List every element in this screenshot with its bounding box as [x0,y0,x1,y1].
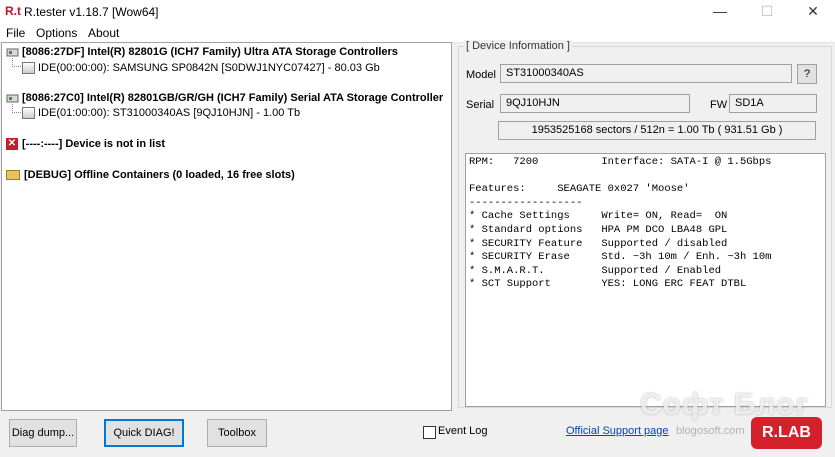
event-log-checkbox[interactable] [423,426,436,439]
capacity-field: 1953525168 sectors / 512n = 1.00 Tb ( 93… [498,121,816,140]
tree-connector [12,58,21,67]
model-field: ST31000340AS [500,64,792,83]
tree-device-samsung[interactable]: IDE(00:00:00): SAMSUNG SP0842N [S0DWJ1NY… [22,60,380,76]
serial-label: Serial [466,99,495,111]
window-title: R.tester v1.18.7 [Wow64] [24,5,159,19]
tree-controller-sata[interactable]: [8086:27C0] Intel(R) 82801GB/GR/GH (ICH7… [6,90,443,106]
tree-offline-containers-label: [DEBUG] Offline Containers (0 loaded, 16… [24,169,295,181]
rlab-logo[interactable]: R.LAB [751,417,822,449]
fw-field: SD1A [729,94,817,113]
close-button[interactable]: ✕ [790,0,835,24]
menu-about[interactable]: About [88,26,119,40]
event-log-label[interactable]: Event Log [438,425,488,437]
diag-dump-button[interactable]: Diag dump... [9,419,77,447]
tree-device-seagate-label: IDE(01:00:00): ST31000340AS [9QJ10HJN] -… [38,107,301,119]
error-x-icon: ✕ [6,138,18,151]
maximize-button[interactable]: ☐ [744,0,790,24]
official-support-link[interactable]: Official Support page [566,425,669,437]
tree-controller-ata-label: [8086:27DF] Intel(R) 82801G (ICH7 Family… [22,46,398,58]
tree-not-in-list-label: [----:----] Device is not in list [22,138,165,150]
device-info-legend: [ Device Information ] [464,40,572,52]
minimize-button[interactable]: — [697,0,743,24]
tree-not-in-list[interactable]: ✕ [----:----] Device is not in list [6,136,165,152]
serial-field: 9QJ10HJN [500,94,690,113]
menu-bar [0,24,835,43]
tree-controller-sata-label: [8086:27C0] Intel(R) 82801GB/GR/GH (ICH7… [22,92,444,104]
app-logo-icon: R.t [5,4,21,18]
disk-icon [22,107,35,120]
watermark-url: blogosoft.com [676,425,745,437]
disk-icon [22,62,35,75]
toolbox-button[interactable]: Toolbox [207,419,267,447]
folder-icon [6,170,20,181]
model-label: Model [466,69,496,81]
device-details-text[interactable]: RPM: 7200 Interface: SATA-I @ 1.5Gbps Fe… [465,153,826,407]
tree-device-seagate[interactable]: IDE(01:00:00): ST31000340AS [9QJ10HJN] -… [22,105,300,121]
controller-icon [6,48,19,57]
controller-icon [6,94,19,103]
tree-offline-containers[interactable]: [DEBUG] Offline Containers (0 loaded, 16… [6,167,295,183]
tree-controller-ata[interactable]: [8086:27DF] Intel(R) 82801G (ICH7 Family… [6,44,398,60]
tree-device-samsung-label: IDE(00:00:00): SAMSUNG SP0842N [S0DWJ1NY… [38,62,380,74]
tree-connector [12,104,21,113]
fw-label: FW [710,99,728,111]
menu-options[interactable]: Options [36,26,77,40]
help-button[interactable]: ? [797,64,817,84]
quick-diag-button[interactable]: Quick DIAG! [104,419,184,447]
menu-file[interactable]: File [6,26,25,40]
